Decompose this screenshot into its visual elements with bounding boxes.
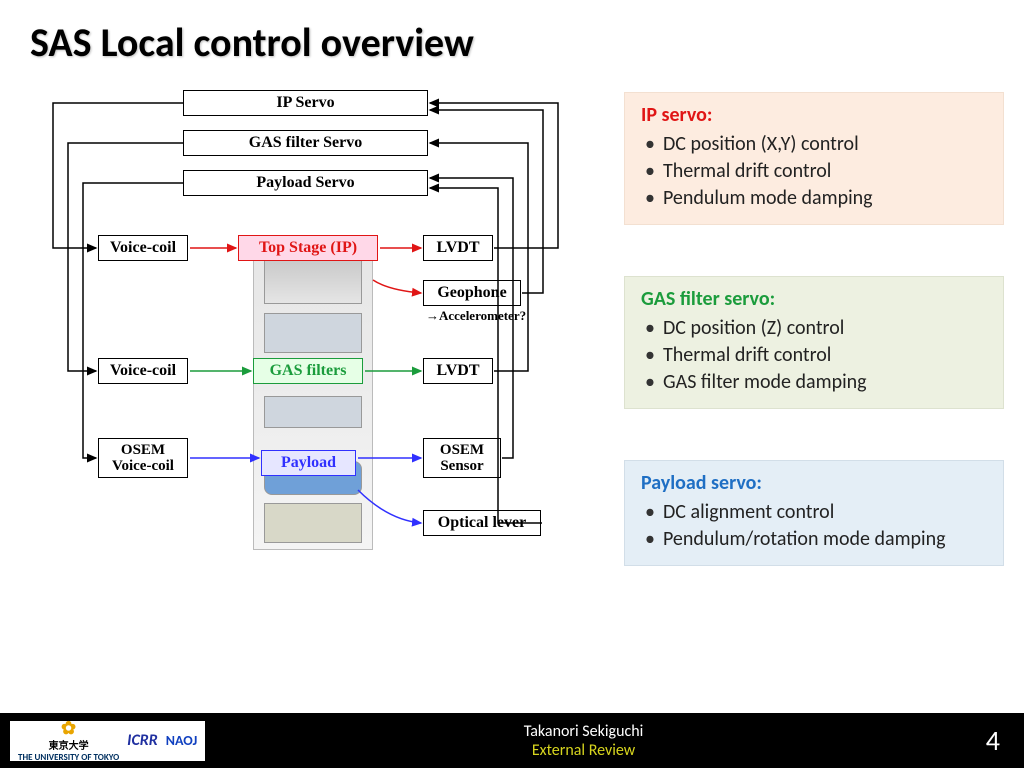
card-payload-servo: Payload servo: DC alignment control Pend… xyxy=(624,460,1004,566)
card-pay-heading: Payload servo: xyxy=(641,471,989,495)
list-item: DC position (Z) control xyxy=(641,315,989,342)
block-diagram: IP Servo GAS filter Servo Payload Servo … xyxy=(28,90,588,565)
list-item: Thermal drift control xyxy=(641,342,989,369)
logo-utokyo: ✿ 東京大学 THE UNIVERSITY OF TOKYO xyxy=(18,719,119,763)
leaf-icon: ✿ xyxy=(61,719,76,737)
logo-naoj: NAOJ xyxy=(166,732,197,749)
card-gas-servo: GAS filter servo: DC position (Z) contro… xyxy=(624,276,1004,409)
footer-event: External Review xyxy=(205,741,962,760)
wiring-svg xyxy=(28,90,588,565)
card-pay-list: DC alignment control Pendulum/rotation m… xyxy=(641,499,989,553)
card-gas-heading: GAS filter servo: xyxy=(641,287,989,311)
footer-author: Takanori Sekiguchi xyxy=(205,722,962,741)
page-number: 4 xyxy=(962,723,1024,758)
card-ip-servo: IP servo: DC position (X,Y) control Ther… xyxy=(624,92,1004,225)
page-title: SAS Local control overview xyxy=(30,18,474,67)
card-gas-list: DC position (Z) control Thermal drift co… xyxy=(641,315,989,396)
footer-bar: ✿ 東京大学 THE UNIVERSITY OF TOKYO ICRR NAOJ… xyxy=(0,713,1024,768)
footer-center: Takanori Sekiguchi External Review xyxy=(205,722,962,760)
card-ip-heading: IP servo: xyxy=(641,103,989,127)
logo-icrr: ICRR xyxy=(127,731,158,750)
list-item: Pendulum/rotation mode damping xyxy=(641,526,989,553)
card-ip-list: DC position (X,Y) control Thermal drift … xyxy=(641,131,989,212)
list-item: Thermal drift control xyxy=(641,158,989,185)
list-item: GAS filter mode damping xyxy=(641,369,989,396)
list-item: Pendulum mode damping xyxy=(641,185,989,212)
list-item: DC position (X,Y) control xyxy=(641,131,989,158)
list-item: DC alignment control xyxy=(641,499,989,526)
affiliation-logos: ✿ 東京大学 THE UNIVERSITY OF TOKYO ICRR NAOJ xyxy=(10,721,205,761)
